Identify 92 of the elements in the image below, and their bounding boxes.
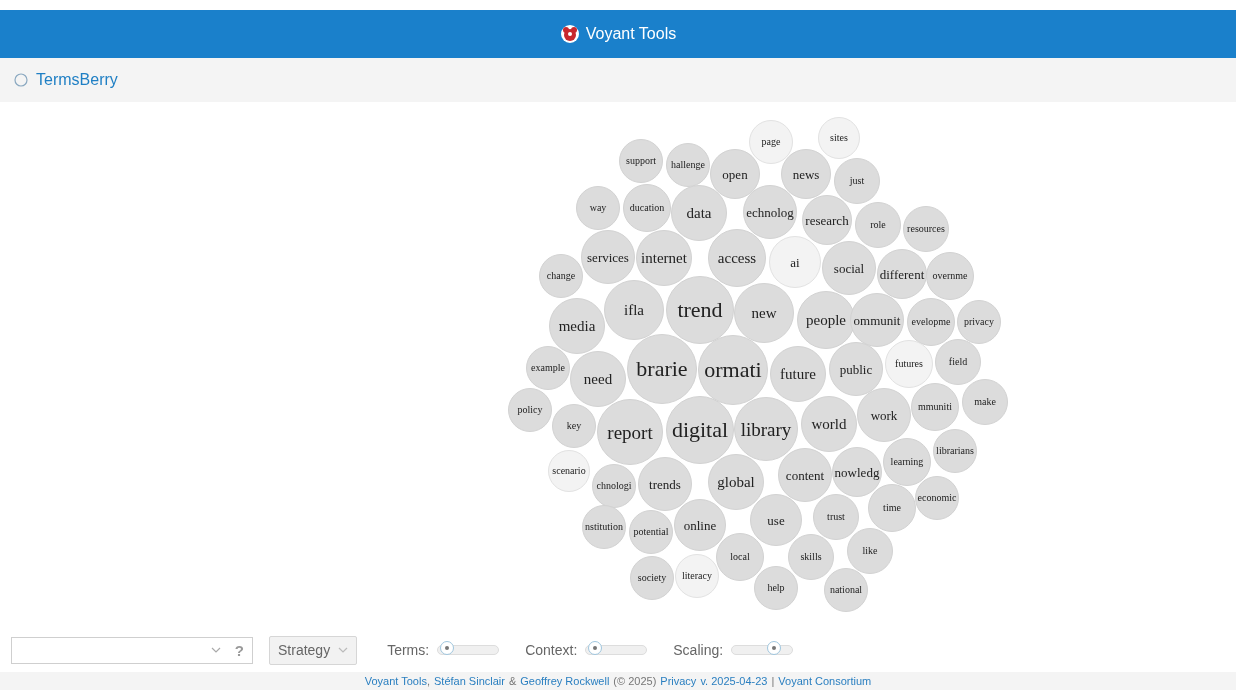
term-bubble[interactable]: research [802, 195, 852, 245]
term-bubble[interactable]: page [749, 120, 793, 164]
footer-text: | [771, 675, 775, 687]
term-bubble[interactable]: like [847, 528, 893, 574]
term-bubble[interactable]: brarie [627, 334, 697, 404]
term-bubble[interactable]: open [710, 149, 760, 199]
chevron-down-icon [338, 646, 349, 654]
term-bubble[interactable]: data [671, 185, 727, 241]
term-bubble[interactable]: ormati [698, 335, 768, 405]
footer-link[interactable]: Voyant Tools [364, 675, 427, 687]
slider-label: Scaling: [673, 642, 724, 658]
footer-link[interactable]: Privacy [660, 675, 697, 687]
term-bubble[interactable]: new [734, 283, 794, 343]
footer-text: (© 2025) [613, 675, 657, 687]
term-bubble[interactable]: use [750, 494, 802, 546]
term-bubble[interactable]: need [570, 351, 626, 407]
term-bubble[interactable]: trust [813, 494, 859, 540]
term-bubble[interactable]: policy [508, 388, 552, 432]
footer-link[interactable]: Geoffrey Rockwell [520, 675, 610, 687]
term-bubble[interactable]: world [801, 396, 857, 452]
term-bubble[interactable]: media [549, 298, 605, 354]
term-bubble[interactable]: nstitution [582, 505, 626, 549]
term-bubble[interactable]: privacy [957, 300, 1001, 344]
term-bubble[interactable]: just [834, 158, 880, 204]
term-bubble[interactable]: change [539, 254, 583, 298]
term-bubble[interactable]: chnologi [592, 464, 636, 508]
term-bubble[interactable]: different [877, 249, 927, 299]
term-bubble[interactable]: economic [915, 476, 959, 520]
term-bubble[interactable]: national [824, 568, 868, 612]
term-bubble[interactable]: global [708, 454, 764, 510]
term-bubble[interactable]: example [526, 346, 570, 390]
term-bubble[interactable]: librarians [933, 429, 977, 473]
footer-text: , [426, 675, 430, 687]
term-bubble[interactable]: field [935, 339, 981, 385]
term-bubble[interactable]: futures [885, 340, 933, 388]
collapse-icon[interactable] [14, 73, 28, 87]
term-bubble[interactable]: ifla [604, 280, 664, 340]
term-bubble[interactable]: future [770, 346, 826, 402]
term-bubble[interactable]: society [630, 556, 674, 600]
term-bubble[interactable]: news [781, 149, 831, 199]
term-bubble[interactable]: trend [666, 276, 734, 344]
term-bubble[interactable]: people [797, 291, 855, 349]
strategy-button[interactable]: Strategy [269, 635, 358, 665]
term-bubble[interactable]: key [552, 404, 596, 448]
slider-label: Context: [525, 642, 578, 658]
term-bubble[interactable]: public [829, 342, 883, 396]
term-bubble[interactable]: access [708, 229, 766, 287]
logo-icon [559, 24, 580, 44]
term-bubble[interactable]: mmuniti [911, 383, 959, 431]
term-bubble[interactable]: make [962, 379, 1008, 425]
term-bubble[interactable]: work [857, 388, 911, 442]
term-bubble[interactable]: learning [883, 438, 931, 486]
term-bubble[interactable]: trends [638, 457, 692, 511]
term-bubble[interactable]: support [619, 139, 663, 183]
term-bubble[interactable]: report [597, 399, 663, 465]
term-bubble[interactable]: hallenge [666, 143, 710, 187]
app-title: Voyant Tools [585, 25, 677, 43]
term-bubble[interactable]: library [734, 397, 798, 461]
footer-link[interactable]: Voyant Consortium [778, 675, 872, 687]
slider-thumb[interactable] [767, 641, 782, 655]
term-bubble[interactable]: ommunit [850, 293, 904, 347]
term-bubble[interactable]: potential [629, 510, 673, 554]
term-bubble[interactable]: evelopme [907, 298, 955, 346]
term-bubble[interactable]: resources [903, 206, 949, 252]
term-bubble[interactable]: role [855, 202, 901, 248]
term-bubble[interactable]: time [868, 484, 916, 532]
term-bubble[interactable]: echnolog [743, 185, 797, 239]
footer-link[interactable]: Stéfan Sinclair [434, 675, 505, 687]
term-bubble[interactable]: scenario [548, 450, 590, 492]
slider-thumb[interactable] [588, 641, 603, 655]
term-bubble[interactable]: digital [666, 396, 734, 464]
term-bubble[interactable]: skills [788, 534, 834, 580]
term-bubble[interactable]: internet [636, 230, 692, 286]
term-bubble[interactable]: literacy [675, 554, 719, 598]
term-bubble[interactable]: local [716, 533, 764, 581]
term-bubble[interactable]: ducation [623, 184, 671, 232]
panel-title: TermsBerry [36, 71, 118, 89]
term-bubble[interactable]: online [674, 499, 726, 551]
term-bubble[interactable]: ai [769, 236, 821, 288]
term-bubble[interactable]: nowledg [832, 447, 882, 497]
chevron-down-icon[interactable] [210, 646, 221, 654]
term-bubble[interactable]: content [778, 448, 832, 502]
footer-link[interactable]: v. 2025-04-23 [700, 675, 768, 687]
footer-text: & [508, 675, 517, 687]
slider-thumb[interactable] [440, 641, 455, 655]
term-bubble[interactable]: overnme [926, 252, 974, 300]
term-bubble[interactable]: sites [818, 117, 860, 159]
term-bubble[interactable]: social [822, 241, 876, 295]
term-bubble[interactable]: services [581, 230, 635, 284]
term-bubble[interactable]: help [754, 566, 798, 610]
slider-label: Terms: [387, 642, 430, 658]
term-bubble[interactable]: way [576, 186, 620, 230]
